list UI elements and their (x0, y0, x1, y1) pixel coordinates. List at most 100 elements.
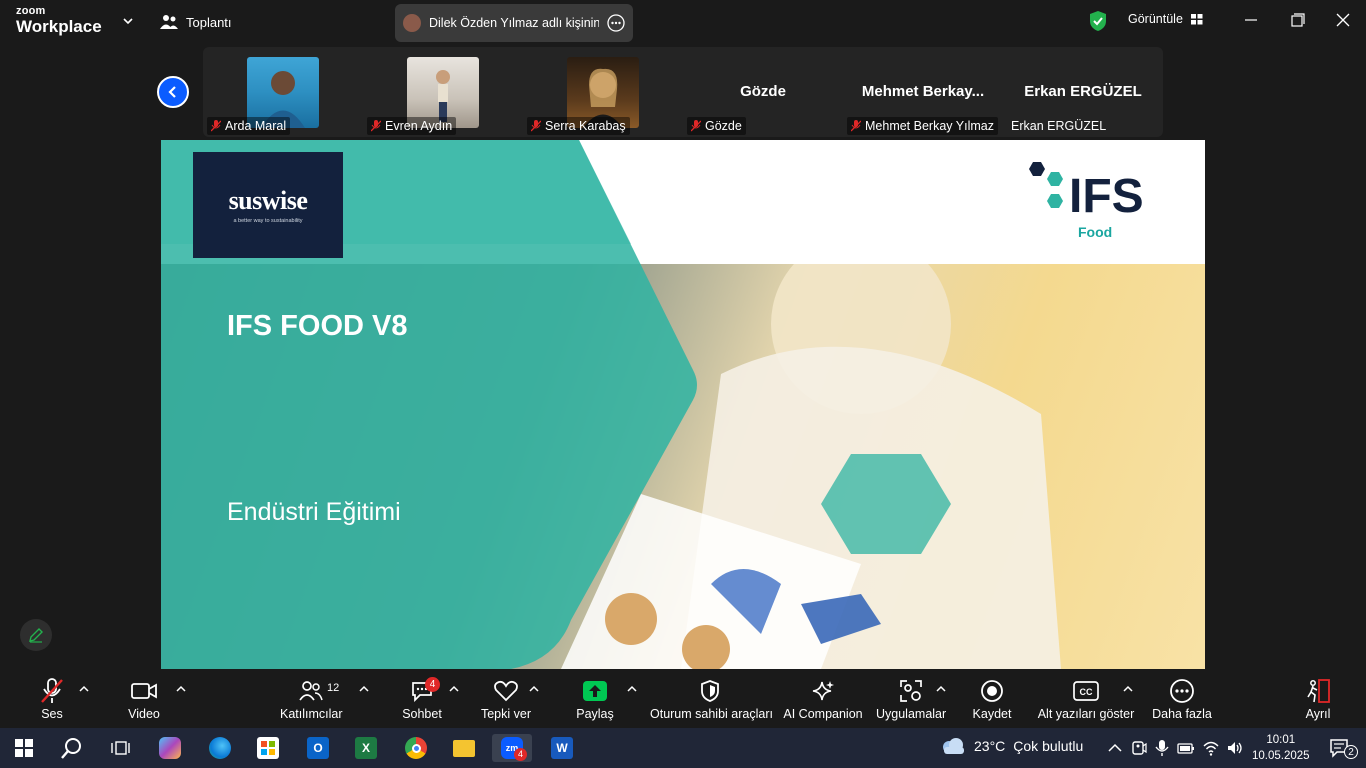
zoom-app[interactable]: zm 4 (492, 734, 532, 762)
file-explorer-app[interactable] (444, 734, 484, 762)
chevron-down-icon[interactable] (121, 14, 135, 28)
mic-muted-icon (371, 120, 381, 132)
chrome-app[interactable] (396, 734, 436, 762)
logo-line1: zoom (16, 5, 46, 17)
participant-label: Erkan ERGÜZEL (1007, 117, 1110, 135)
minimize-icon[interactable] (1241, 10, 1261, 30)
participant-label: Serra Karabaş (527, 117, 630, 135)
annotate-button[interactable] (20, 619, 52, 651)
task-view-icon (111, 741, 130, 755)
mic-muted-icon (691, 120, 701, 132)
leave-label: Ayrıl (1305, 707, 1331, 721)
wifi-icon[interactable] (1202, 739, 1220, 757)
participant-display-name: Mehmet Berkay... (861, 83, 985, 100)
clock-time: 10:01 (1266, 734, 1296, 746)
participant-tile[interactable]: Serra Karabaş (523, 47, 683, 137)
outlook-app[interactable]: O (298, 734, 338, 762)
participant-name: Erkan ERGÜZEL (1011, 119, 1107, 133)
brand-tagline: a better way to sustainability (233, 218, 303, 224)
start-button[interactable] (4, 734, 44, 762)
edge-icon (209, 737, 231, 759)
gallery-prev-button[interactable] (157, 76, 189, 108)
system-clock[interactable]: 10:01 10.05.2025 (1252, 732, 1310, 764)
chevron-up-icon[interactable] (79, 685, 89, 693)
participant-tile[interactable]: Erkan ERGÜZEL Erkan ERGÜZEL (1003, 47, 1163, 137)
chevron-up-icon[interactable] (1123, 685, 1133, 693)
more-icon (1170, 679, 1194, 703)
react-button[interactable]: Tepki ver (480, 677, 532, 721)
video-camera-icon (131, 683, 157, 699)
sparkle-icon (812, 681, 834, 701)
participant-tile[interactable]: Mehmet Berkay... Mehmet Berkay Yılmaz (843, 47, 1003, 137)
video-label: Video (128, 707, 160, 721)
weather-widget[interactable]: 23°C Çok bulutlu (940, 736, 1083, 756)
participant-tile[interactable]: Arda Maral (203, 47, 363, 137)
chevron-up-icon[interactable] (359, 685, 369, 693)
search-icon (61, 738, 81, 759)
camera-tray-icon[interactable] (1130, 739, 1148, 757)
store-icon (257, 737, 279, 759)
svg-text:CC: CC (1080, 687, 1093, 697)
clock-date: 10.05.2025 (1252, 750, 1310, 762)
pencil-icon (29, 628, 43, 643)
cloud-icon (943, 738, 964, 754)
logo-line2: Workplace (16, 17, 102, 36)
video-button[interactable]: Video (122, 677, 166, 721)
search-button[interactable] (52, 734, 92, 762)
shield-icon (701, 680, 719, 702)
leave-button[interactable]: Ayrıl (1298, 677, 1338, 721)
zoom-logo[interactable]: zoom Workplace (16, 5, 102, 36)
slide-subtitle: Endüstri Eğitimi (227, 498, 401, 526)
chevron-up-icon[interactable] (627, 685, 637, 693)
view-button[interactable]: Görüntüle (1128, 12, 1203, 26)
captions-button[interactable]: CC Alt yazıları göster (1036, 677, 1136, 721)
chevron-up-icon[interactable] (449, 685, 459, 693)
notification-banner[interactable]: Dilek Özden Yılmaz adlı kişinin ek (395, 4, 633, 42)
chevron-up-icon[interactable] (1106, 739, 1124, 757)
store-app[interactable] (248, 734, 288, 762)
volume-icon[interactable] (1226, 739, 1244, 757)
participant-name: Gözde (705, 119, 742, 133)
shared-screen-slide: suswise a better way to sustainability I… (161, 140, 1205, 669)
task-view-button[interactable] (100, 734, 140, 762)
notification-center-button[interactable]: 2 (1320, 734, 1360, 762)
record-icon (981, 680, 1003, 702)
share-button[interactable]: Paylaş (573, 677, 617, 721)
mic-muted-icon (211, 120, 221, 132)
cc-icon: CC (1073, 681, 1099, 701)
title-bar: zoom Workplace Toplantı Dilek Özden Yılm… (0, 0, 1366, 44)
record-button[interactable]: Kaydet (970, 677, 1014, 721)
battery-icon[interactable] (1177, 739, 1195, 757)
ai-companion-button[interactable]: AI Companion (783, 677, 863, 721)
excel-app[interactable]: X (346, 734, 386, 762)
audio-label: Ses (41, 707, 63, 721)
chevron-up-icon[interactable] (529, 685, 539, 693)
people-icon (160, 15, 178, 29)
participant-name: Evren Aydın (385, 119, 453, 133)
chevron-up-icon[interactable] (936, 685, 946, 693)
more-button[interactable]: Daha fazla (1150, 677, 1214, 721)
encryption-shield-icon[interactable] (1088, 10, 1108, 32)
microphone-tray-icon[interactable] (1153, 739, 1171, 757)
word-icon: W (551, 737, 573, 759)
chevron-up-icon[interactable] (176, 685, 186, 693)
edge-app[interactable] (200, 734, 240, 762)
ifs-text: IFS (1069, 170, 1144, 223)
apps-button[interactable]: Uygulamalar (876, 677, 946, 721)
participant-tile[interactable]: Gözde Gözde (683, 47, 843, 137)
ai-label: AI Companion (783, 707, 863, 721)
meeting-menu[interactable]: Toplantı (160, 10, 232, 34)
maximize-icon[interactable] (1287, 10, 1307, 30)
copilot-app[interactable] (150, 734, 190, 762)
participant-label: Evren Aydın (367, 117, 457, 135)
record-label: Kaydet (972, 707, 1012, 721)
share-screen-icon (583, 681, 607, 701)
host-tools-button[interactable]: Oturum sahibi araçları (650, 677, 773, 721)
meeting-label: Toplantı (186, 14, 232, 30)
more-label: Daha fazla (1152, 707, 1212, 721)
word-app[interactable]: W (542, 734, 582, 762)
audio-button[interactable]: Ses (30, 677, 74, 721)
more-options-icon[interactable] (607, 14, 625, 32)
participant-tile[interactable]: Evren Aydın (363, 47, 523, 137)
close-icon[interactable] (1333, 10, 1353, 30)
